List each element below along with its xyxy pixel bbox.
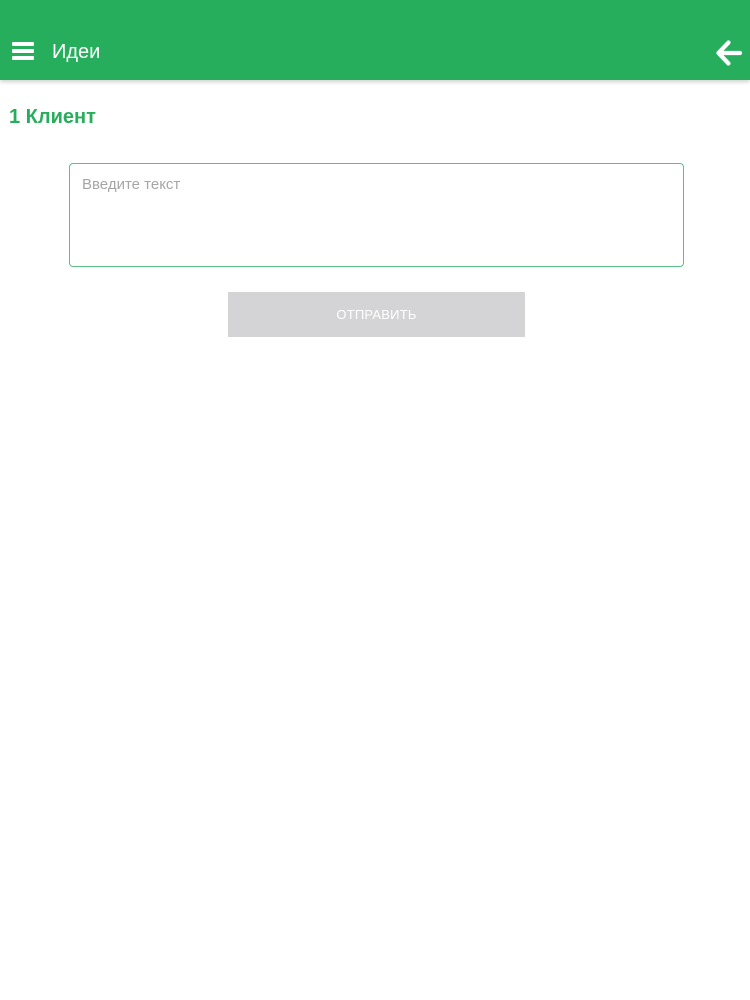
- idea-text-input[interactable]: [69, 163, 684, 267]
- submit-button[interactable]: ОТПРАВИТЬ: [228, 292, 525, 337]
- back-arrow-icon[interactable]: [716, 40, 743, 66]
- page-title: Идеи: [52, 41, 101, 63]
- hamburger-menu-icon[interactable]: [12, 42, 34, 60]
- section-title: 1 Клиент: [9, 106, 96, 128]
- app-bar: Идеи: [0, 0, 750, 80]
